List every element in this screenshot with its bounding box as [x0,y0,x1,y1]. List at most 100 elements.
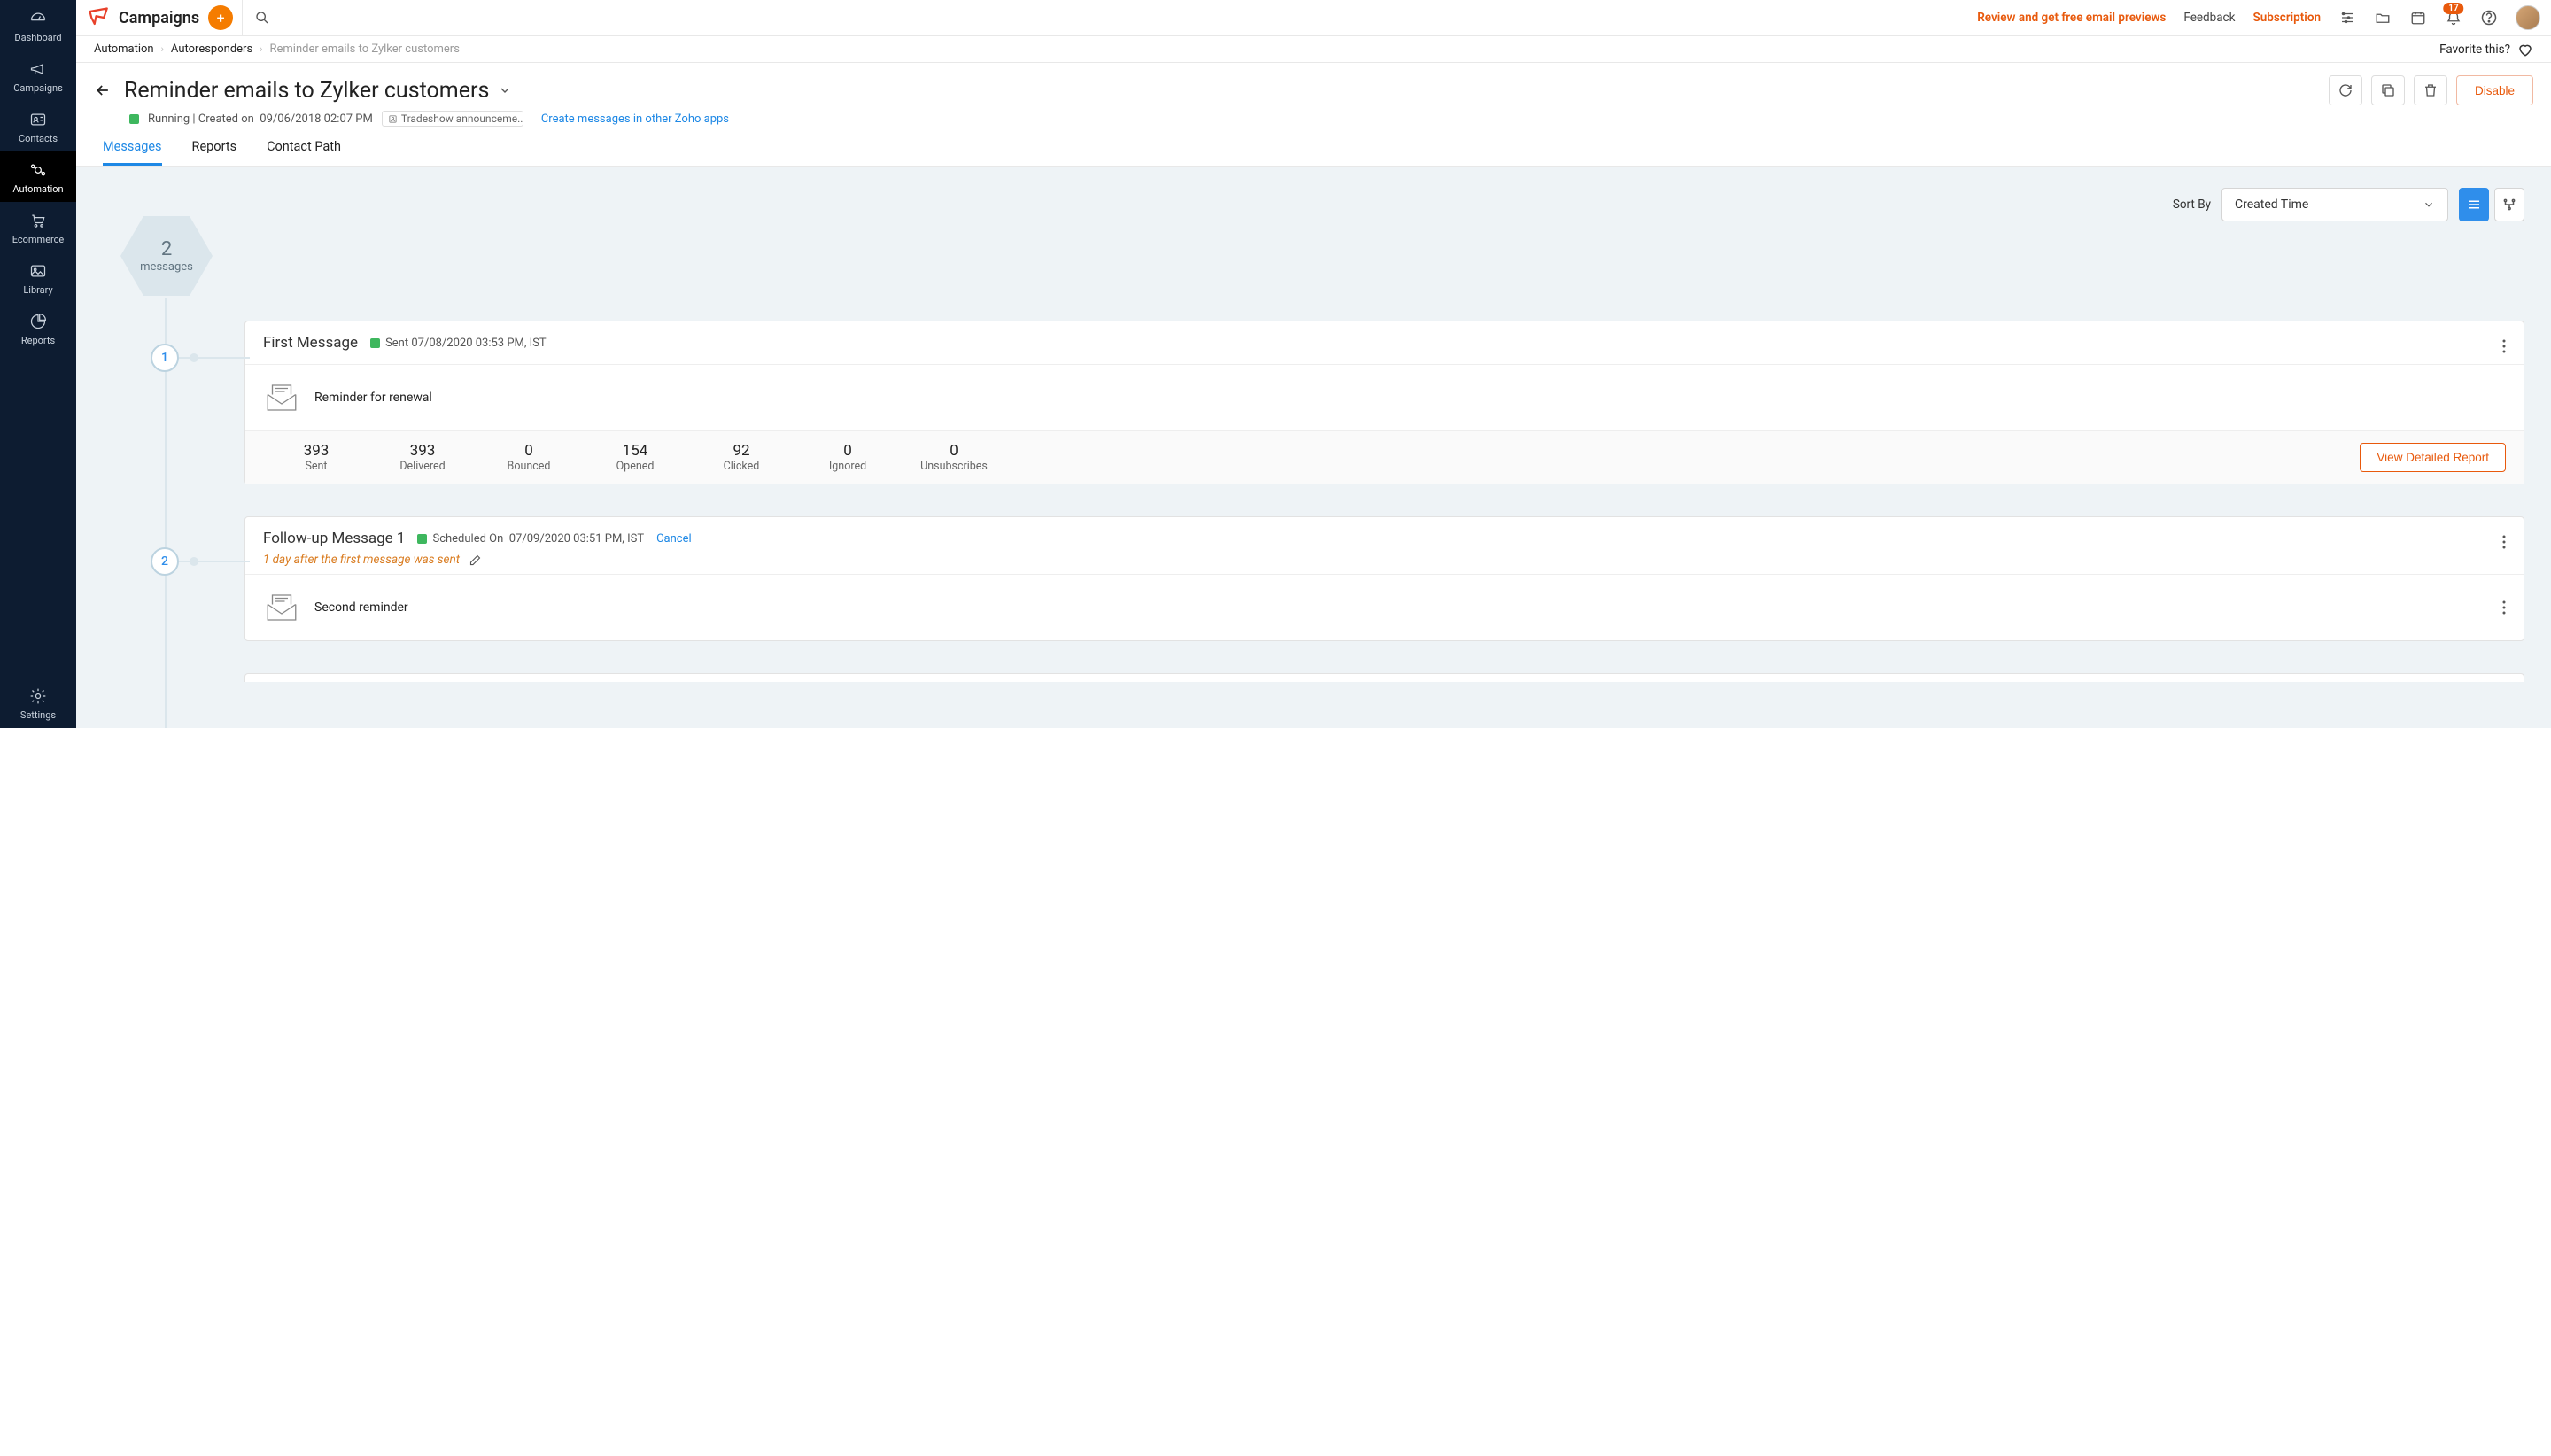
flow-icon [2501,197,2517,213]
sidebar-item-settings[interactable]: Settings [0,678,76,728]
flow-view-button[interactable] [2494,188,2524,221]
create-button[interactable]: + [208,5,233,30]
connector [179,357,250,359]
subscription-link[interactable]: Subscription [2252,11,2321,25]
stat-opened: 154Opened [582,442,688,473]
refresh-button[interactable] [2329,75,2362,105]
stat-clicked: 92Clicked [688,442,795,473]
list-icon [2466,197,2482,213]
notification-badge: 17 [2443,3,2463,14]
edit-delay-button[interactable] [469,554,482,567]
user-avatar[interactable] [2516,5,2540,30]
stat-ignored: 0Ignored [795,442,901,473]
delete-button[interactable] [2414,75,2447,105]
sidebar: Dashboard Campaigns Contacts Automation … [0,0,76,728]
feedback-link[interactable]: Feedback [2183,11,2235,25]
body-more-button[interactable] [2502,600,2506,615]
folder-icon[interactable] [2374,10,2392,26]
chevron-down-icon [2423,198,2435,211]
list-view-button[interactable] [2459,188,2489,221]
brand[interactable]: Campaigns [87,5,199,30]
message-card: Follow-up Message 1 Scheduled On 07/09/2… [244,516,2524,641]
view-toggle [2459,188,2524,221]
folder-tag[interactable]: Tradeshow announceme... [382,111,523,127]
content-area: Sort By Created Time [76,167,2551,728]
stat-delivered: 393Delivered [369,442,476,473]
timeline-node-2: 2 [151,547,179,576]
title-dropdown[interactable] [498,83,512,97]
sidebar-item-ecommerce[interactable]: Ecommerce [0,202,76,252]
message-stats: 393Sent 393Delivered 0Bounced 154Opened … [245,430,2524,484]
sidebar-item-campaigns[interactable]: Campaigns [0,50,76,101]
dashboard-icon [28,9,48,28]
connector [179,561,250,562]
notifications-icon[interactable]: 17 [2445,10,2462,26]
megaphone-icon [28,59,48,79]
back-button[interactable] [94,81,112,99]
help-icon[interactable] [2480,9,2498,27]
message-status: Sent 07/08/2020 03:53 PM, IST [370,337,547,350]
sidebar-item-automation[interactable]: Automation [0,151,76,202]
sidebar-item-reports[interactable]: Reports [0,303,76,353]
disable-button[interactable]: Disable [2456,75,2533,105]
list-settings-icon[interactable] [2338,10,2356,26]
sidebar-item-dashboard[interactable]: Dashboard [0,0,76,50]
search-icon [255,11,269,25]
heart-icon [2517,42,2533,58]
trash-icon [2423,82,2439,98]
copy-button[interactable] [2371,75,2405,105]
app-logo-icon [87,5,112,30]
card-more-button[interactable] [2502,339,2506,353]
delay-info: 1 day after the first message was sent [245,553,2524,574]
status-indicator [417,534,427,544]
crumb-automation[interactable]: Automation [94,43,154,56]
crumb-current: Reminder emails to Zylker customers [269,43,459,56]
timeline-node-1: 1 [151,344,179,372]
tabs: Messages Reports Contact Path [94,127,2533,166]
message-count-summary: 2 messages [120,216,213,296]
message-title: Follow-up Message 1 [263,530,405,547]
user-icon [388,114,398,124]
card-more-button[interactable] [2502,535,2506,549]
message-status: Scheduled On 07/09/2020 03:51 PM, IST [417,532,644,546]
stat-sent: 393Sent [263,442,369,473]
message-card-placeholder [244,673,2524,682]
status-indicator [129,114,139,124]
refresh-icon [2338,82,2353,98]
gear-icon [28,686,48,706]
stat-unsubscribes: 0Unsubscribes [901,442,1007,473]
page-header: Reminder emails to Zylker customers [76,63,2551,167]
tab-reports[interactable]: Reports [192,139,237,166]
other-apps-link[interactable]: Create messages in other Zoho apps [541,112,729,126]
sort-select[interactable]: Created Time [2221,188,2448,221]
stat-bounced: 0Bounced [476,442,582,473]
message-card: First Message Sent 07/08/2020 03:53 PM, … [244,321,2524,484]
calendar-icon[interactable] [2409,10,2427,26]
chevron-right-icon: › [161,43,164,55]
message-subject: Reminder for renewal [314,391,432,405]
image-icon [28,261,48,281]
favorite-toggle[interactable]: Favorite this? [2439,42,2533,58]
page-title: Reminder emails to Zylker customers [124,78,512,104]
plus-icon: + [217,10,225,27]
breadcrumb: Automation › Autoresponders › Reminder e… [76,36,2551,63]
copy-icon [2380,82,2396,98]
automation-icon [28,160,48,180]
sort-by-label: Sort By [2173,197,2211,212]
pie-chart-icon [28,312,48,331]
sidebar-item-contacts[interactable]: Contacts [0,101,76,151]
envelope-icon [263,379,300,416]
tab-contact-path[interactable]: Contact Path [267,139,341,166]
view-detailed-report-button[interactable]: View Detailed Report [2360,443,2506,472]
envelope-icon [263,589,300,626]
status-indicator [370,338,380,348]
tab-messages[interactable]: Messages [103,139,162,166]
topbar: Campaigns + Review and get free email pr… [76,0,2551,36]
sidebar-item-library[interactable]: Library [0,252,76,303]
crumb-autoresponders[interactable]: Autoresponders [171,43,252,56]
message-title: First Message [263,334,358,352]
review-previews-link[interactable]: Review and get free email previews [1977,11,2166,25]
contact-card-icon [28,110,48,129]
cancel-schedule-link[interactable]: Cancel [656,532,692,546]
search-button[interactable] [242,0,282,35]
